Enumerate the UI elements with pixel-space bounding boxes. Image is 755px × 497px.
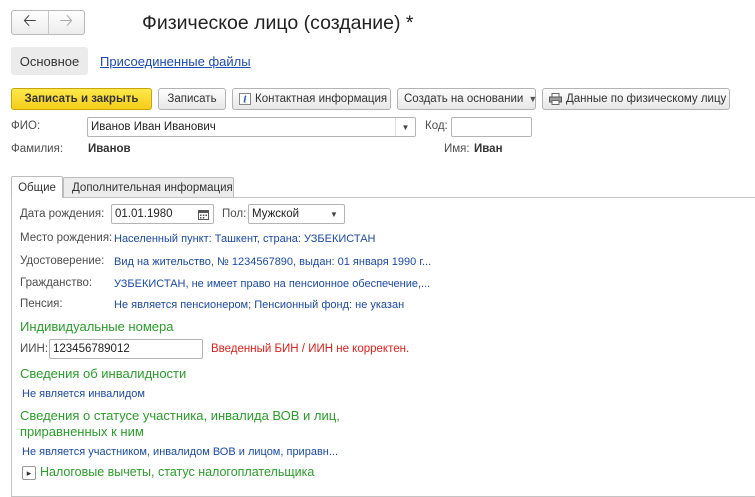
tab-general[interactable]: Общие: [11, 176, 63, 198]
iin-error-message: Введенный БИН / ИИН не корректен.: [211, 343, 410, 355]
tab-additional-info[interactable]: Дополнительная информация: [63, 177, 234, 198]
code-label: Код:: [425, 120, 448, 132]
chevron-down-icon[interactable]: ▼: [324, 205, 344, 223]
wwii-link[interactable]: Не является участником, инвалидом ВОВ и …: [22, 446, 338, 458]
code-field[interactable]: [451, 117, 532, 137]
iin-value: 123456789012: [53, 343, 130, 355]
chevron-down-icon[interactable]: ▼: [395, 118, 415, 136]
pension-label: Пенсия:: [20, 298, 63, 310]
id-doc-link[interactable]: Вид на жительство, № 1234567890, выдан: …: [114, 256, 431, 268]
person-data-label: Данные по физическому лицу: [566, 93, 727, 105]
indiv-numbers-header: Индивидуальные номера: [20, 319, 174, 334]
disability-link[interactable]: Не является инвалидом: [22, 388, 145, 400]
save-and-close-button[interactable]: Записать и закрыть: [11, 88, 152, 110]
tab-main[interactable]: Основное: [11, 47, 88, 75]
nav-buttons: 🡠 🡢: [11, 10, 85, 35]
birthplace-link[interactable]: Населенный пункт: Ташкент, страна: УЗБЕК…: [114, 233, 376, 245]
citizenship-label: Гражданство:: [20, 277, 93, 289]
gender-select[interactable]: Мужской ▼: [248, 204, 345, 224]
iin-label: ИИН:: [20, 343, 49, 355]
birthdate-field[interactable]: 01.01.1980: [111, 204, 214, 224]
info-icon: i: [239, 93, 251, 106]
arrow-left-icon: 🡠: [22, 11, 37, 30]
expand-tax-section-button[interactable]: ▸: [22, 466, 36, 480]
fio-value: Иванов Иван Иванович: [91, 121, 216, 133]
save-button[interactable]: Записать: [158, 88, 226, 110]
person-data-button[interactable]: Данные по физическому лицу: [542, 88, 730, 110]
forward-button[interactable]: 🡢: [47, 11, 85, 34]
firstname-value: Иван: [474, 143, 503, 155]
birthdate-label: Дата рождения:: [20, 208, 105, 220]
chevron-down-icon: ▼: [528, 94, 538, 104]
back-button[interactable]: 🡠: [12, 11, 48, 34]
print-icon: [549, 93, 562, 106]
citizenship-link[interactable]: УЗБЕКИСТАН, не имеет право на пенсионное…: [114, 278, 430, 290]
contact-info-button[interactable]: i Контактная информация: [232, 88, 391, 110]
svg-text:i: i: [243, 96, 247, 106]
iin-field[interactable]: 123456789012: [49, 339, 203, 359]
chevron-right-icon: ▸: [26, 467, 32, 478]
wwii-header-line1: Сведения о статусе участника, инвалида В…: [20, 408, 340, 423]
gender-value: Мужской: [252, 208, 300, 220]
calendar-icon[interactable]: [193, 205, 213, 223]
contact-info-label: Контактная информация: [255, 93, 388, 105]
arrow-right-icon: 🡢: [59, 11, 74, 30]
fio-label: ФИО:: [11, 120, 41, 132]
pension-link[interactable]: Не является пенсионером; Пенсионный фонд…: [114, 299, 404, 311]
wwii-header-line2: приравненных к ним: [20, 424, 144, 439]
tab-attached-files[interactable]: Присоединенные файлы: [100, 54, 251, 69]
disability-header: Сведения об инвалидности: [20, 366, 187, 381]
fio-field[interactable]: Иванов Иван Иванович ▼: [87, 117, 416, 137]
lastname-value: Иванов: [88, 143, 131, 155]
birthplace-label: Место рождения:: [20, 232, 113, 244]
page-title: Физическое лицо (создание) *: [142, 12, 414, 34]
create-based-on-label: Создать на основании: [404, 93, 524, 105]
tax-section-header[interactable]: Налоговые вычеты, статус налогоплательщи…: [40, 465, 314, 479]
birthdate-value: 01.01.1980: [115, 208, 173, 220]
create-based-on-button[interactable]: Создать на основании ▼: [397, 88, 538, 110]
gender-label: Пол:: [222, 208, 247, 220]
id-doc-label: Удостоверение:: [20, 255, 105, 267]
lastname-label: Фамилия:: [11, 143, 64, 155]
firstname-label: Имя:: [444, 143, 470, 155]
